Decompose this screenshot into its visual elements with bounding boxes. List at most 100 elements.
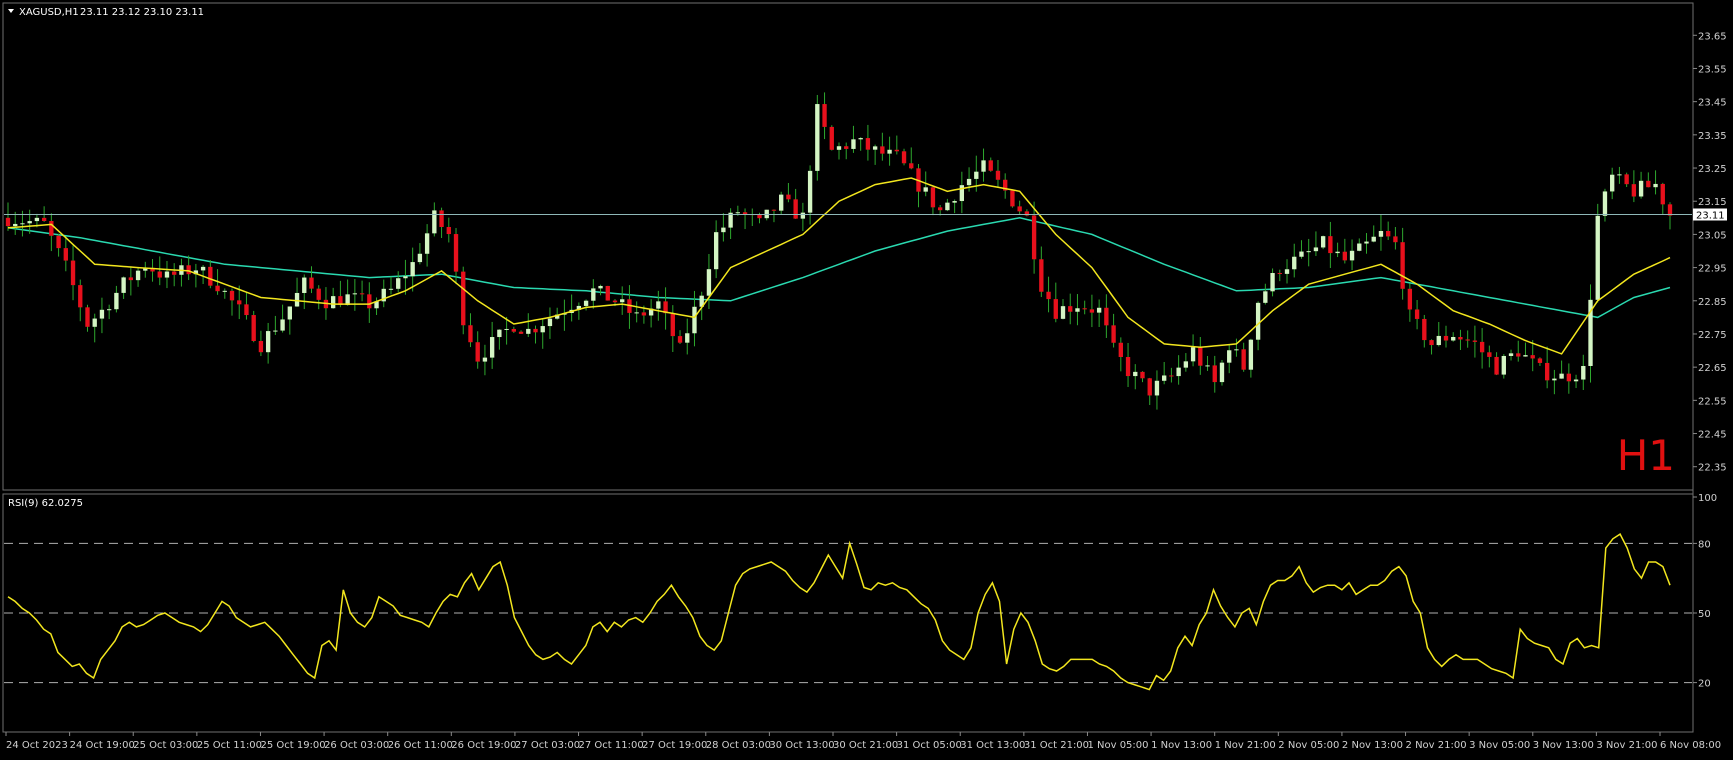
bear-candle [771,209,777,211]
bear-candle [1479,341,1485,353]
price-tick-label: 22.55 [1698,396,1727,407]
bear-candle [793,199,798,219]
chart-canvas[interactable]: 23.65 23.55 23.45 23.35 23.25 23.15 23.05 22.95… [0,0,1733,756]
bear-candle [1068,306,1073,312]
bear-candle [1082,308,1087,310]
bear-candle [880,146,885,154]
bear-candle [309,277,314,289]
time-tick-label: 2 Nov 13:00 [1342,740,1403,751]
time-tick-label: 30 Oct 13:00 [769,740,834,751]
bull-candle [872,146,878,150]
time-tick-label: 25 Oct 11:00 [197,740,262,751]
bear-candle [186,265,191,275]
bull-candle [1270,273,1275,292]
bull-candle [1284,269,1290,274]
bull-candle [851,139,856,149]
bull-candle [1559,373,1564,379]
bear-candle [511,328,516,332]
rsi-tick-label: 100 [1698,493,1717,504]
bear-candle [5,217,11,227]
bear-candle [316,288,321,300]
bear-candle [251,315,256,341]
bull-candle [280,319,285,331]
bull-candle [1255,302,1261,340]
bull-candle [482,357,488,362]
time-tick-label: 25 Oct 03:00 [133,740,198,751]
price-tick-label: 23.45 [1698,98,1727,109]
time-tick-label: 3 Nov 21:00 [1596,740,1657,751]
bear-candle [1400,242,1405,289]
rsi-label: RSI(9) 62.0275 [8,498,83,509]
bull-candle [497,329,502,338]
bull-candle [1610,174,1615,192]
bull-candle [34,217,40,222]
bear-candle [1053,299,1058,319]
bear-candle [1328,236,1333,254]
bull-candle [779,194,784,211]
bear-candle [1111,325,1116,343]
ohlc-label: 23.11 23.12 23.10 23.11 [80,7,204,18]
bull-candle [273,330,278,332]
bull-candle [1176,367,1181,377]
time-tick-label: 26 Oct 03:00 [324,740,389,751]
bull-candle [974,171,979,179]
bear-candle [128,277,134,281]
bull-candle [294,292,300,307]
bull-candle [1248,339,1254,370]
price-tick-label: 22.95 [1698,264,1727,275]
time-tick-label: 27 Oct 19:00 [642,740,707,751]
bull-candle [1364,241,1369,244]
bull-candle [1617,174,1622,176]
bear-candle [937,207,943,211]
bull-candle [721,227,726,233]
time-tick-label: 26 Oct 11:00 [388,740,453,751]
bear-candle [1031,215,1037,260]
bear-candle [1198,347,1203,366]
time-tick-label: 6 Nov 08:00 [1660,740,1721,751]
time-tick-label: 3 Nov 05:00 [1469,740,1530,751]
bull-candle [713,232,719,270]
price-tick-label: 23.65 [1698,31,1727,42]
bull-candle [1205,365,1210,367]
bear-candle [468,325,473,343]
time-tick-label: 27 Oct 11:00 [579,740,644,751]
bull-candle [1183,361,1189,368]
bear-candle [822,104,827,127]
bear-candle [1660,183,1665,205]
bull-candle [764,209,769,219]
time-tick-label: 28 Oct 03:00 [706,740,771,751]
time-tick-label: 1 Nov 05:00 [1087,740,1148,751]
bear-candle [1277,273,1282,275]
bear-candle [1494,356,1499,375]
bear-candle [258,340,264,353]
bear-candle [1241,349,1246,370]
bear-candle [78,285,83,308]
bear-candle [1046,291,1051,300]
bear-candle [909,163,914,169]
bear-candle [1407,288,1413,310]
bull-candle [1227,350,1232,363]
bear-candle [1039,259,1044,292]
bull-candle [222,290,227,292]
bull-candle [583,300,589,306]
bear-candle [49,220,54,236]
bear-candle [518,331,524,334]
bull-candle [396,278,401,289]
bull-candle [20,223,25,225]
bull-candle [403,276,408,279]
bull-candle [1075,308,1080,312]
bull-candle [1638,180,1644,197]
bull-candle [417,253,423,263]
bear-candle [612,300,618,303]
bear-candle [1530,355,1535,359]
bull-candle [388,288,394,290]
bear-candle [1386,230,1391,237]
bear-candle [1646,180,1651,188]
trading-chart-window[interactable]: 23.65 23.55 23.45 23.35 23.25 23.15 23.05 22.95… [0,0,1733,756]
bull-candle [706,269,712,296]
price-tick-label: 23.55 [1698,64,1727,75]
bull-candle [1306,251,1311,253]
time-tick-label: 27 Oct 03:00 [515,740,580,751]
bull-candle [620,299,625,303]
bear-candle [63,248,68,261]
